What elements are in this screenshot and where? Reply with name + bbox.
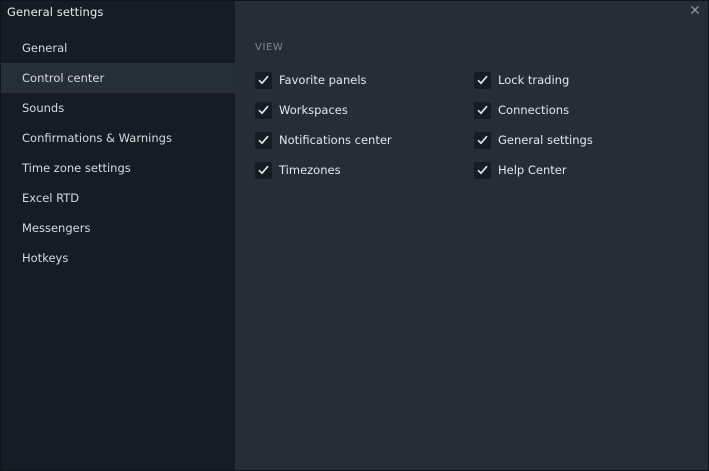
sidebar-item-messengers[interactable]: Messengers [1,213,235,243]
checkbox[interactable] [474,101,491,119]
option-label: Workspaces [279,103,348,117]
option-label: Lock trading [498,73,570,87]
option-general-settings[interactable]: General settings [474,131,593,149]
content-panel: VIEW Favorite panels Workspaces Notifica… [235,1,708,470]
check-icon [258,165,269,175]
checkbox[interactable] [474,71,491,89]
check-icon [477,165,488,175]
check-icon [477,135,488,145]
sidebar-item-sounds[interactable]: Sounds [1,93,235,123]
checkbox[interactable] [474,161,491,179]
option-notifications-center[interactable]: Notifications center [255,131,392,149]
option-favorite-panels[interactable]: Favorite panels [255,71,367,89]
check-icon [258,105,269,115]
check-icon [477,105,488,115]
option-label: Help Center [498,163,567,177]
section-title-view: VIEW [255,42,284,53]
option-label: General settings [498,133,593,147]
sidebar-nav: General Control center Sounds Confirmati… [1,33,235,273]
window-title: General settings [7,5,104,19]
sidebar-item-control-center[interactable]: Control center [1,63,235,93]
checkbox[interactable] [474,131,491,149]
check-icon [258,135,269,145]
option-workspaces[interactable]: Workspaces [255,101,348,119]
option-help-center[interactable]: Help Center [474,161,567,179]
option-label: Notifications center [279,133,392,147]
option-label: Timezones [279,163,341,177]
sidebar-item-excel-rtd[interactable]: Excel RTD [1,183,235,213]
sidebar: General settings General Control center … [1,1,235,470]
sidebar-item-time-zone-settings[interactable]: Time zone settings [1,153,235,183]
sidebar-item-general[interactable]: General [1,33,235,63]
checkbox[interactable] [255,131,272,149]
checkbox[interactable] [255,71,272,89]
checkbox[interactable] [255,161,272,179]
sidebar-item-hotkeys[interactable]: Hotkeys [1,243,235,273]
checkbox[interactable] [255,101,272,119]
option-timezones[interactable]: Timezones [255,161,341,179]
option-connections[interactable]: Connections [474,101,569,119]
settings-window: General settings General Control center … [0,0,709,471]
option-label: Connections [498,103,570,117]
check-icon [258,75,269,85]
option-lock-trading[interactable]: Lock trading [474,71,569,89]
option-label: Favorite panels [279,73,367,87]
check-icon [477,75,488,85]
sidebar-item-confirmations-warnings[interactable]: Confirmations & Warnings [1,123,235,153]
